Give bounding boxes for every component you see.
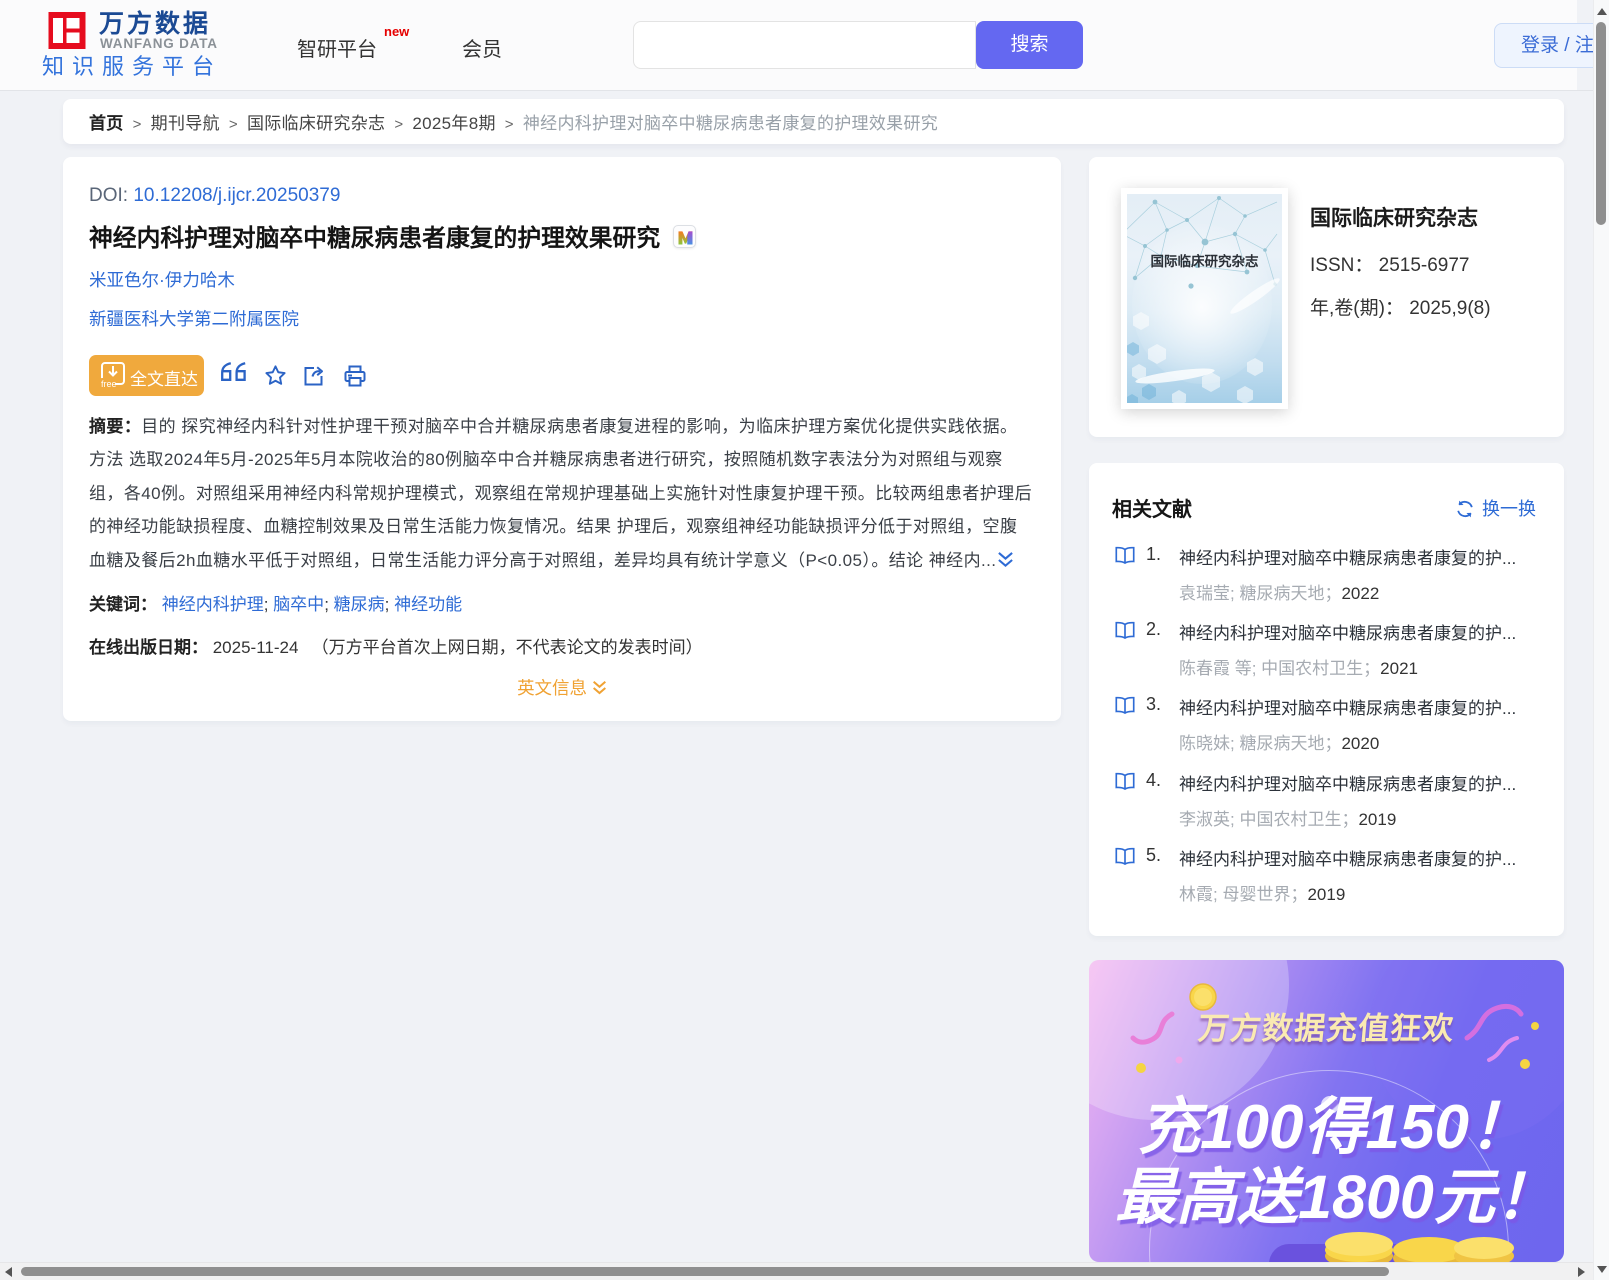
svg-text:free: free — [101, 379, 117, 389]
